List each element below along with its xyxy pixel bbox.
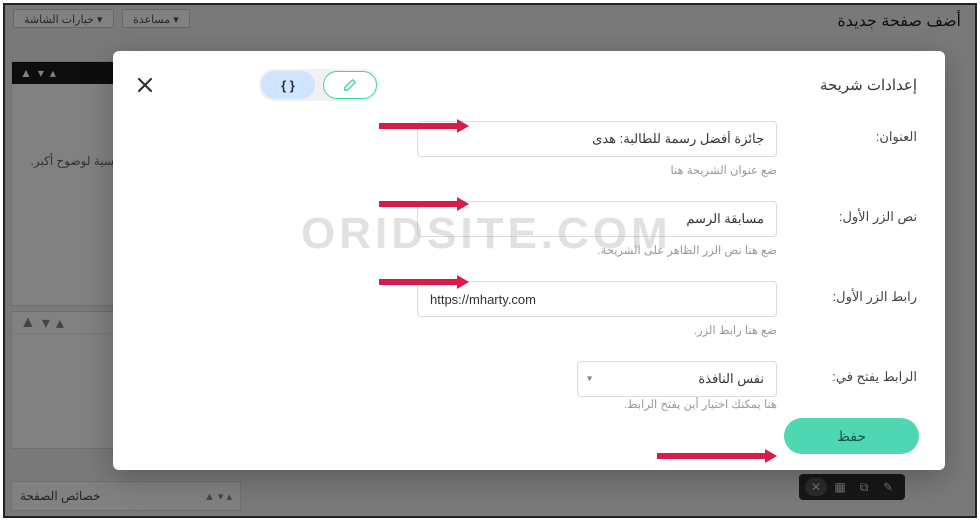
btn1-text-help: ضع هنا نص الزر الظاهر على الشريحة. xyxy=(417,243,777,257)
slide-settings-modal: إعدادات شريحة { } العنوان: ضع عنوان الشر… xyxy=(113,51,945,470)
btn1-text-label: نص الزر الأول: xyxy=(797,201,917,225)
code-mode-segment[interactable]: { } xyxy=(261,71,315,99)
save-button[interactable]: حفظ xyxy=(784,418,919,454)
open-in-help: هنا يمكنك اختيار أين يفتح الرابط. xyxy=(417,397,777,411)
btn1-text-input[interactable] xyxy=(417,201,777,237)
open-in-label: الرابط يفتح في: xyxy=(797,361,917,385)
open-in-select[interactable] xyxy=(577,361,777,397)
btn1-link-help: ضع هنا رابط الزر. xyxy=(417,323,777,337)
close-icon[interactable] xyxy=(131,71,159,99)
mode-toggle[interactable]: { } xyxy=(259,69,379,101)
edit-mode-segment[interactable] xyxy=(323,71,377,99)
title-help: ضع عنوان الشريحة هنا xyxy=(417,163,777,177)
title-label: العنوان: xyxy=(797,121,917,145)
btn1-link-label: رابط الزر الأول: xyxy=(797,281,917,305)
btn1-link-input[interactable] xyxy=(417,281,777,317)
modal-title: إعدادات شريحة xyxy=(820,76,917,94)
title-input[interactable] xyxy=(417,121,777,157)
